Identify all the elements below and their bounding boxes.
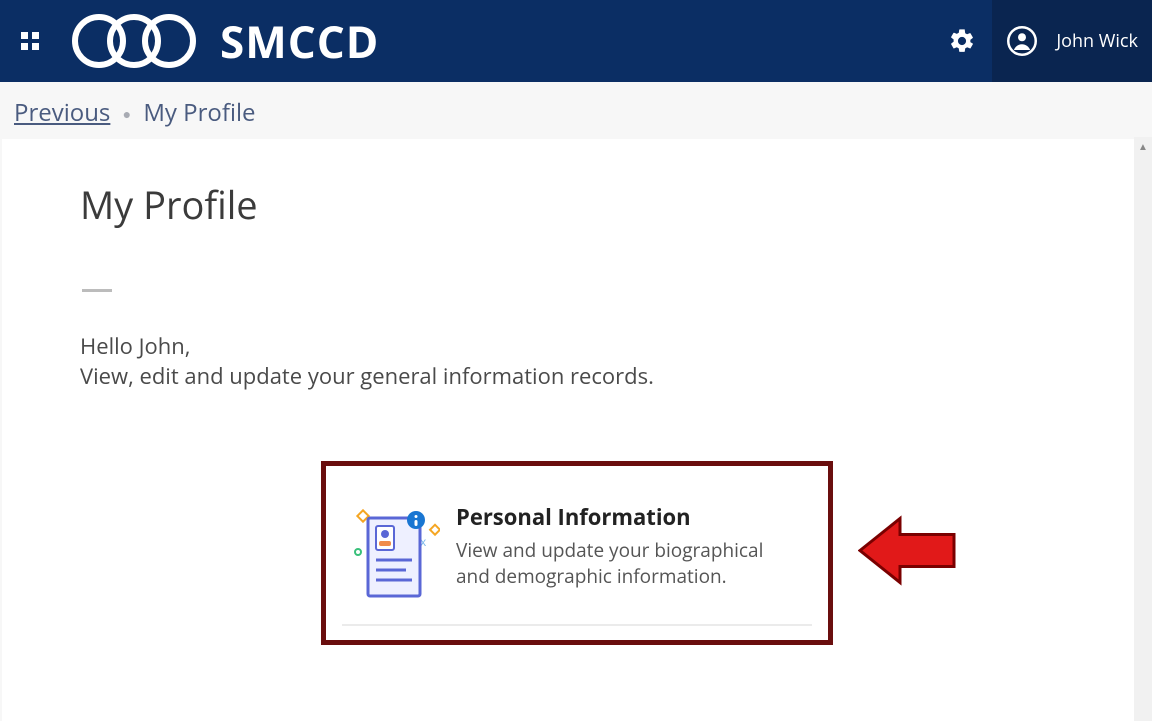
page-title: My Profile — [80, 179, 1074, 231]
header: SMCCD John Wick — [0, 0, 1152, 82]
greeting: Hello John, View, edit and update your g… — [80, 332, 1074, 391]
username[interactable]: John Wick — [1052, 0, 1152, 82]
brand-logo: SMCCD — [70, 11, 379, 71]
breadcrumb-current: My Profile — [143, 96, 255, 129]
breadcrumb-separator: ● — [117, 105, 137, 124]
main-content: My Profile Hello John, View, edit and up… — [2, 139, 1134, 721]
title-divider — [82, 289, 112, 292]
greeting-line1: Hello John, — [80, 332, 1074, 362]
rings-icon — [70, 12, 210, 70]
app-launcher-icon[interactable] — [0, 0, 60, 82]
avatar-icon — [1007, 26, 1037, 56]
scroll-up-arrow-icon[interactable]: ▲ — [1134, 137, 1152, 155]
breadcrumb-previous[interactable]: Previous — [14, 96, 110, 129]
brand-name: SMCCD — [220, 11, 379, 71]
gear-icon — [948, 27, 976, 55]
card-highlight-annotation: x P — [321, 461, 833, 645]
arrow-annotation-icon — [858, 511, 958, 596]
card-title: Personal Information — [456, 502, 794, 532]
breadcrumb: Previous ● My Profile — [0, 82, 1152, 137]
vertical-scrollbar[interactable]: ▲ — [1134, 137, 1152, 721]
card-description: View and update your biographical and de… — [456, 538, 794, 589]
personal-information-card[interactable]: x P — [342, 482, 812, 624]
settings-button[interactable] — [932, 0, 992, 82]
profile-button[interactable] — [992, 0, 1052, 82]
profile-document-icon: x — [352, 502, 442, 604]
greeting-line2: View, edit and update your general infor… — [80, 362, 1074, 392]
